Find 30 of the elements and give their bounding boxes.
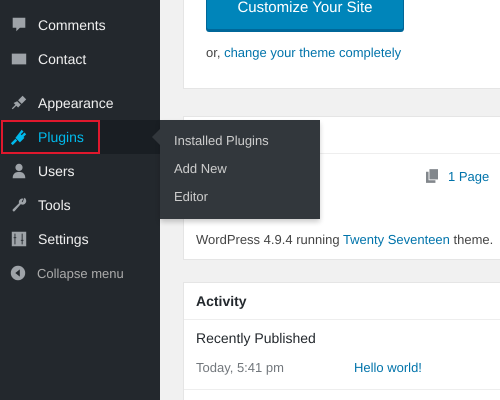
sidebar-item[interactable]: Contact — [0, 42, 160, 76]
wrench-icon — [10, 196, 28, 214]
submenu-item[interactable]: Installed Plugins — [160, 127, 320, 155]
collapse-icon — [9, 264, 27, 282]
collapse-menu-button[interactable]: Collapse menu — [0, 256, 160, 290]
submenu-item[interactable]: Add New — [160, 155, 320, 183]
section-heading: Recently Published — [195, 329, 317, 348]
change-theme-text: or, change your theme completely — [206, 44, 402, 62]
brush-icon — [10, 94, 28, 112]
sidebar-item[interactable]: Appearance — [0, 86, 160, 120]
sidebar-item[interactable]: Plugins — [0, 120, 160, 154]
sliders-icon — [10, 230, 28, 248]
change-theme-link[interactable]: change your theme completely — [224, 45, 402, 60]
user-icon — [10, 162, 28, 180]
page-count-link[interactable]: 1 Page — [448, 168, 490, 184]
sidebar-item[interactable]: Comments — [0, 8, 160, 42]
sidebar-item[interactable]: Settings — [0, 222, 160, 256]
highlight-frame: Plugins — [1, 120, 100, 154]
theme-link[interactable]: Twenty Seventeen — [342, 232, 450, 247]
customize-button[interactable]: Customize Your Site — [206, 0, 404, 30]
comment-icon — [10, 16, 28, 34]
submenu-item[interactable]: Editor — [160, 183, 320, 211]
version-text: WordPress 4.9.4 running Twenty Seventeen theme. — [195, 231, 494, 249]
sidebar-item[interactable]: Users — [0, 154, 160, 188]
post-date: Today, 5:41 pm — [196, 359, 285, 377]
pages-icon — [426, 169, 438, 183]
plug-icon — [10, 128, 28, 146]
sidebar-item[interactable]: Tools — [0, 188, 160, 222]
panel-title: Activity — [196, 293, 247, 309]
post-link[interactable]: Hello world! — [354, 358, 422, 378]
